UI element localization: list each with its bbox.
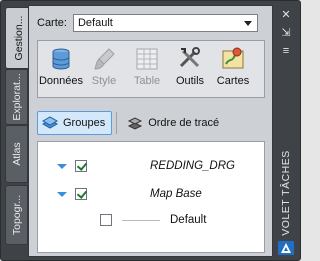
tab-atlas[interactable]: Atlas — [5, 125, 28, 183]
display-manager-panel: Carte: Default Données Style Table Outil… — [28, 5, 273, 257]
groups-icon — [42, 116, 58, 129]
chevron-down-icon — [243, 21, 252, 26]
layer-style-line — [122, 220, 160, 221]
properties-icon[interactable]: ≡ — [279, 45, 293, 57]
layer-group-redding[interactable]: REDDING_DRG — [56, 158, 235, 174]
tab-exploration-label: Explorat... — [10, 73, 23, 121]
tab-groups[interactable]: Groupes — [37, 111, 113, 135]
expand-caret-icon[interactable] — [56, 160, 68, 172]
tab-draw-order[interactable]: Ordre de tracé — [123, 111, 225, 135]
table-button-label: Table — [133, 75, 161, 87]
style-button-label: Style — [91, 75, 117, 87]
maps-button-label: Cartes — [216, 75, 250, 87]
layer-tree: REDDING_DRG Map Base Default — [37, 141, 265, 253]
map-selector-row: Carte: Default — [37, 14, 258, 32]
toolbar: Données Style Table Outils Cartes — [37, 40, 265, 98]
tools-button[interactable]: Outils — [169, 46, 211, 96]
tools-button-label: Outils — [175, 75, 205, 87]
task-pane-window: Gestion... Explorat... Atlas Topogr... C… — [0, 0, 301, 261]
map-dropdown-value: Default — [77, 17, 113, 29]
layer-name: Map Base — [150, 188, 202, 200]
tools-icon — [179, 47, 200, 68]
layer-visibility-checkbox[interactable] — [75, 160, 87, 172]
side-tab-strip: Gestion... Explorat... Atlas Topogr... — [5, 5, 31, 257]
palette-title: VOLET TÂCHES — [280, 150, 292, 236]
layer-name: REDDING_DRG — [150, 160, 235, 172]
table-icon — [136, 48, 158, 70]
layer-name: Default — [170, 214, 207, 226]
layer-default[interactable]: Default — [100, 212, 206, 228]
layer-visibility-checkbox[interactable] — [75, 188, 87, 200]
table-button[interactable]: Table — [126, 46, 168, 96]
map-dropdown[interactable]: Default — [72, 14, 258, 32]
map-icon — [222, 47, 244, 69]
data-button-label: Données — [38, 75, 84, 87]
tab-topography-label: Topogr... — [10, 194, 23, 236]
close-icon[interactable]: ✕ — [279, 9, 293, 21]
database-icon — [52, 48, 70, 70]
layer-visibility-checkbox[interactable] — [100, 214, 112, 226]
autocad-logo-icon[interactable] — [278, 241, 294, 255]
tab-divider — [116, 112, 118, 134]
auto-hide-icon[interactable]: ⇲ — [279, 27, 293, 39]
maps-button[interactable]: Cartes — [212, 46, 254, 96]
data-button[interactable]: Données — [38, 46, 84, 96]
tab-gestion-label: Gestion... — [12, 15, 25, 61]
style-brush-icon — [94, 48, 115, 70]
tab-exploration[interactable]: Explorat... — [5, 69, 28, 125]
style-button[interactable]: Style — [83, 46, 125, 96]
expand-caret-icon[interactable] — [56, 188, 68, 200]
layer-group-map-base[interactable]: Map Base — [56, 186, 202, 202]
tab-atlas-label: Atlas — [10, 142, 23, 166]
tab-topography[interactable]: Topogr... — [5, 185, 28, 245]
draw-order-icon — [128, 117, 143, 130]
tab-draw-order-label: Ordre de tracé — [148, 117, 220, 129]
palette-title-bar: ✕ ⇲ ≡ VOLET TÂCHES — [274, 5, 298, 257]
tab-groups-label: Groupes — [63, 117, 106, 129]
map-label: Carte: — [37, 17, 67, 29]
view-mode-tabs: Groupes Ordre de tracé — [37, 109, 265, 137]
